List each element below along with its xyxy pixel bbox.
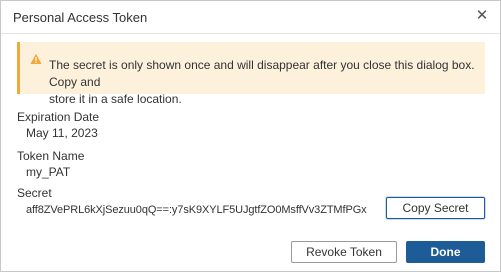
dialog-title: Personal Access Token — [13, 10, 148, 25]
personal-access-token-dialog: Personal Access Token ✕ The secret is on… — [0, 0, 501, 272]
revoke-token-button[interactable]: Revoke Token — [291, 241, 397, 263]
done-button[interactable]: Done — [406, 241, 485, 263]
copy-secret-button[interactable]: Copy Secret — [386, 197, 485, 219]
token-name-label: Token Name — [17, 149, 85, 163]
dialog-titlebar: Personal Access Token ✕ — [1, 1, 500, 34]
secret-value: aff8ZVePRL6kXjSezuu0qQ==:y7sK9XYLF5UJgtf… — [26, 204, 367, 216]
expiration-date-value: May 11, 2023 — [26, 126, 98, 140]
alert-message: The secret is only shown once and will d… — [49, 57, 475, 108]
warning-icon — [30, 53, 42, 64]
alert-line-1: The secret is only shown once and will d… — [49, 58, 475, 89]
secret-label: Secret — [17, 186, 52, 200]
alert-line-2: store it in a safe location. — [49, 92, 182, 106]
close-icon[interactable]: ✕ — [474, 8, 490, 24]
expiration-date-label: Expiration Date — [17, 110, 100, 124]
token-name-value: my_PAT — [26, 165, 71, 179]
warning-alert: The secret is only shown once and will d… — [17, 42, 485, 106]
